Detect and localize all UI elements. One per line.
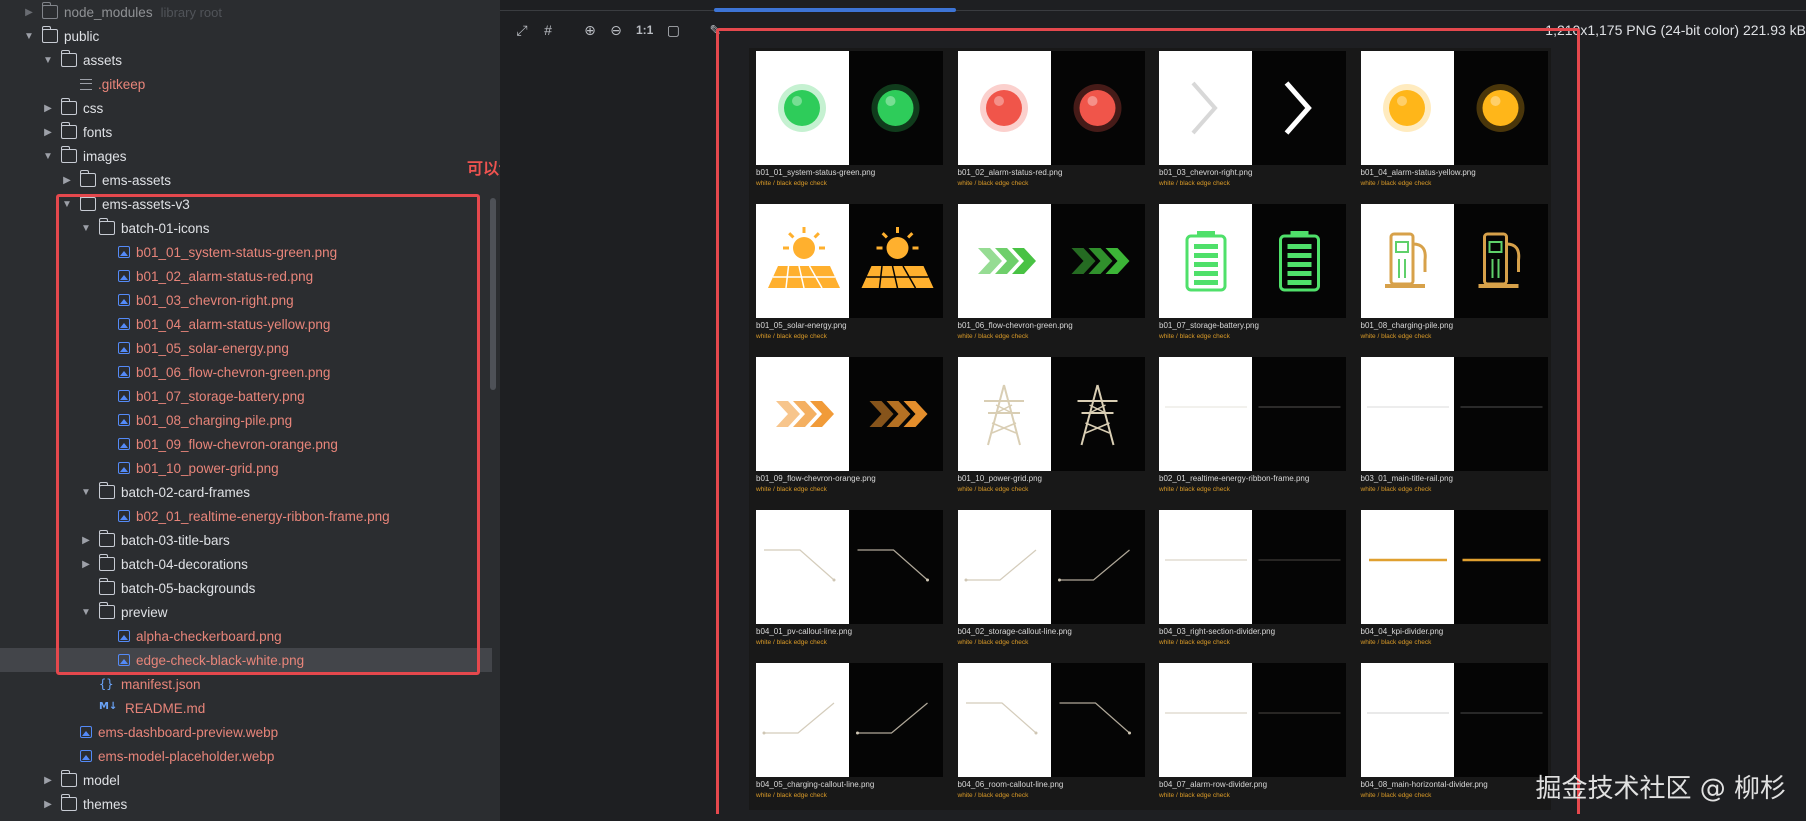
chevron-right-icon[interactable]: ▶: [41, 101, 55, 115]
viewer-bottom-bar: [500, 814, 1806, 821]
tree-row-label: ems-model-placeholder.webp: [98, 748, 275, 764]
actual-size-icon[interactable]: 1:1: [632, 20, 657, 40]
folder-icon: [79, 170, 96, 187]
image-info: 1,210x1,175 PNG (24-bit color) 221.93 kB: [1545, 22, 1806, 38]
tree-row[interactable]: ems-model-placeholder.webp: [0, 744, 492, 768]
folder-icon: [60, 50, 77, 67]
annotation-text: 可以切割出真实的透明图片: [467, 159, 500, 178]
folder-icon: [60, 794, 77, 811]
highlight-box-tree: [56, 194, 480, 675]
tree-row-label: README.md: [125, 700, 206, 716]
folder-icon: [60, 770, 77, 787]
markdown-file-icon: M↓: [99, 701, 118, 712]
tree-row[interactable]: M↓ README.md: [0, 696, 492, 720]
folder-icon: [41, 26, 58, 43]
active-tab-indicator: [714, 8, 956, 12]
chevron-right-icon[interactable]: ▶: [41, 773, 55, 787]
chevron-right-icon[interactable]: ▶: [41, 125, 55, 139]
chevron-down-icon[interactable]: ▼: [41, 149, 55, 163]
chevron-right-icon[interactable]: ▶: [41, 797, 55, 811]
zoom-in-icon[interactable]: ⊕: [580, 20, 600, 40]
folder-icon: [60, 98, 77, 115]
tree-row-label: model: [83, 772, 120, 788]
tree-row-label: ems-assets: [102, 172, 172, 188]
folder-icon: [60, 122, 77, 139]
background-toggle-icon[interactable]: ▢: [663, 20, 683, 40]
zoom-out-icon[interactable]: ⊖: [606, 20, 626, 40]
tree-row-label: assets: [83, 52, 123, 68]
tree-row[interactable]: ▶ css: [0, 96, 492, 120]
tree-row[interactable]: ▶ themes: [0, 792, 492, 816]
project-file-tree: ▶ node_modules library root ▼ public ▼ asse…: [0, 0, 500, 821]
image-file-icon: [80, 726, 92, 738]
tree-row-label: fonts: [83, 124, 113, 140]
tree-row[interactable]: ▶ fonts: [0, 120, 492, 144]
chevron-right-icon[interactable]: ▶: [60, 173, 74, 187]
tree-row-label: themes: [83, 796, 128, 812]
tree-row[interactable]: ▶ ems-assets: [0, 168, 492, 192]
tree-row[interactable]: ems-dashboard-preview.webp: [0, 720, 492, 744]
crop-grid-icon[interactable]: #: [538, 20, 558, 40]
viewer-top-border: [500, 10, 1806, 11]
tree-row-label: node_modules: [64, 4, 153, 20]
chevron-down-icon[interactable]: ▼: [22, 29, 36, 43]
tree-row-label: manifest.json: [121, 676, 201, 692]
tree-row[interactable]: ▼ assets: [0, 48, 492, 72]
tree-row-label: .gitkeep: [98, 76, 146, 92]
tree-row-label: images: [83, 148, 127, 164]
tree-row-label: public: [64, 28, 100, 44]
tree-row[interactable]: ▼ public: [0, 24, 492, 48]
folder-icon: [41, 2, 58, 19]
json-file-icon: {}: [99, 677, 114, 691]
tree-scrollbar[interactable]: [490, 198, 496, 390]
tree-row-label: css: [83, 100, 104, 116]
highlight-box-viewer: [716, 28, 1580, 819]
image-viewer: ⤢ # ⊕ ⊖ 1:1 ▢ ✎ 1,210x1,175 PNG (24-bit color)…: [500, 0, 1806, 821]
tree-row[interactable]: ▼ images: [0, 144, 492, 168]
chevron-right-icon[interactable]: ▶: [22, 5, 36, 19]
folder-icon: [60, 146, 77, 163]
watermark: 掘金技术社区 @ 柳杉: [1535, 774, 1786, 804]
tree-row-label: ems-dashboard-preview.webp: [98, 724, 279, 740]
fit-screen-icon[interactable]: ⤢: [512, 20, 532, 40]
library-root-hint: library root: [160, 4, 222, 20]
image-toolbar: ⤢ # ⊕ ⊖ 1:1 ▢ ✎: [512, 20, 725, 40]
tree-row[interactable]: {} manifest.json: [0, 672, 492, 696]
image-file-icon: [80, 750, 92, 762]
tree-row[interactable]: ▶ model: [0, 768, 492, 792]
tree-row[interactable]: .gitkeep: [0, 72, 492, 96]
text-file-icon: [80, 78, 92, 90]
tree-row-node-modules[interactable]: ▶ node_modules library root: [0, 0, 492, 24]
chevron-down-icon[interactable]: ▼: [41, 53, 55, 67]
